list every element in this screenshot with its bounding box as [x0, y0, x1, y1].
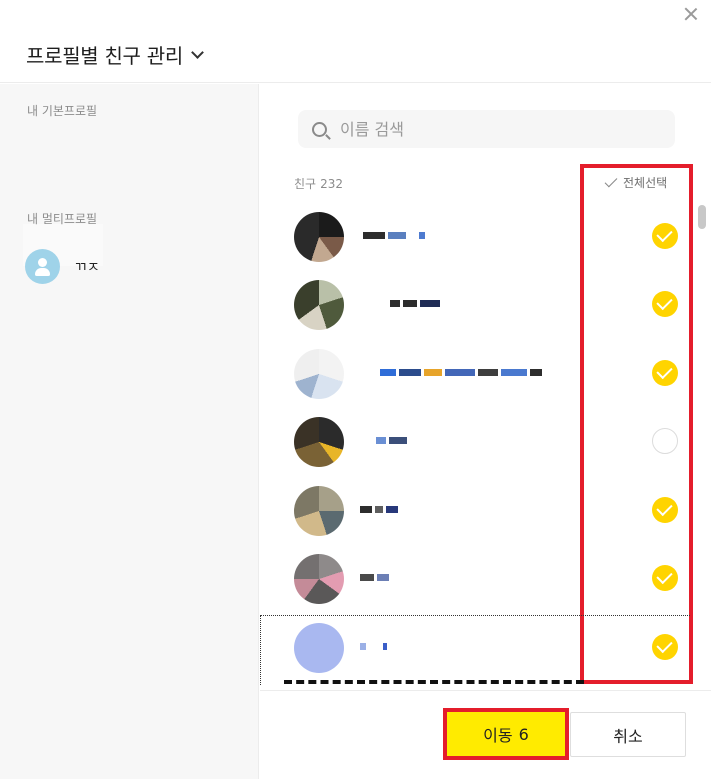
check-icon — [604, 174, 618, 187]
avatar — [294, 349, 344, 399]
blurred-name — [360, 574, 389, 582]
avatar — [294, 280, 344, 330]
avatar — [294, 417, 344, 467]
friend-row[interactable] — [260, 544, 690, 612]
avatar — [294, 623, 344, 673]
blurred-name — [360, 506, 398, 514]
blurred-name — [380, 369, 542, 377]
select-checkbox[interactable] — [652, 565, 678, 591]
select-checkbox[interactable] — [652, 428, 678, 454]
search-input[interactable] — [340, 119, 640, 139]
profile-dropdown[interactable]: 프로필별 친구 관리 — [26, 40, 204, 69]
friend-row[interactable] — [260, 407, 690, 475]
search-box[interactable] — [298, 110, 675, 148]
friends-count-label: 친구 232 — [294, 175, 343, 192]
multi-profile-label: 내 멀티프로필 — [27, 212, 98, 226]
friend-row[interactable] — [260, 270, 690, 338]
person-icon-body — [35, 268, 50, 276]
avatar — [25, 249, 60, 284]
friends-count: 232 — [320, 177, 343, 191]
select-all-label: 전체선택 — [623, 176, 668, 190]
person-icon — [38, 258, 47, 267]
search-icon — [312, 121, 327, 137]
select-checkbox[interactable] — [652, 634, 678, 660]
blurred-name — [376, 437, 407, 445]
avatar — [294, 554, 344, 604]
dialog-header: 프로필별 친구 관리 — [0, 0, 711, 83]
manage-friends-dialog: 프로필별 친구 관리 내 기본프로필 내 멀티프로필 ㄲㅈ 친구232 전체선택 — [0, 0, 711, 779]
multi-profile-name: ㄲㅈ — [74, 259, 100, 276]
chevron-down-icon — [191, 45, 204, 59]
move-button[interactable]: 이동 6 — [443, 708, 569, 760]
blurred-name — [363, 232, 425, 240]
multi-profile-item[interactable]: ㄲㅈ — [25, 249, 100, 284]
friend-row[interactable] — [260, 613, 690, 681]
select-all-button[interactable]: 전체선택 — [604, 174, 667, 191]
select-checkbox[interactable] — [652, 497, 678, 523]
move-count: 6 — [518, 724, 529, 744]
scrollbar-thumb[interactable] — [698, 205, 706, 229]
avatar — [294, 212, 344, 262]
dialog-title: 프로필별 친구 관리 — [26, 44, 183, 68]
friend-row[interactable] — [260, 339, 690, 407]
avatar — [294, 486, 344, 536]
blurred-name — [390, 300, 440, 308]
cancel-button[interactable]: 취소 — [570, 712, 686, 757]
close-icon[interactable] — [683, 6, 699, 22]
move-button-label: 이동 — [483, 726, 513, 745]
profile-sidebar: 내 기본프로필 내 멀티프로필 ㄲㅈ — [0, 84, 259, 779]
friend-row[interactable] — [260, 202, 690, 270]
select-checkbox[interactable] — [652, 291, 678, 317]
friend-row[interactable] — [260, 476, 690, 544]
basic-profile-label: 내 기본프로필 — [27, 104, 98, 118]
friend-panel: 친구232 전체선택 — [260, 84, 711, 694]
select-checkbox[interactable] — [652, 360, 678, 386]
select-checkbox[interactable] — [652, 223, 678, 249]
blurred-name — [360, 643, 387, 651]
friends-label: 친구 — [294, 177, 317, 191]
